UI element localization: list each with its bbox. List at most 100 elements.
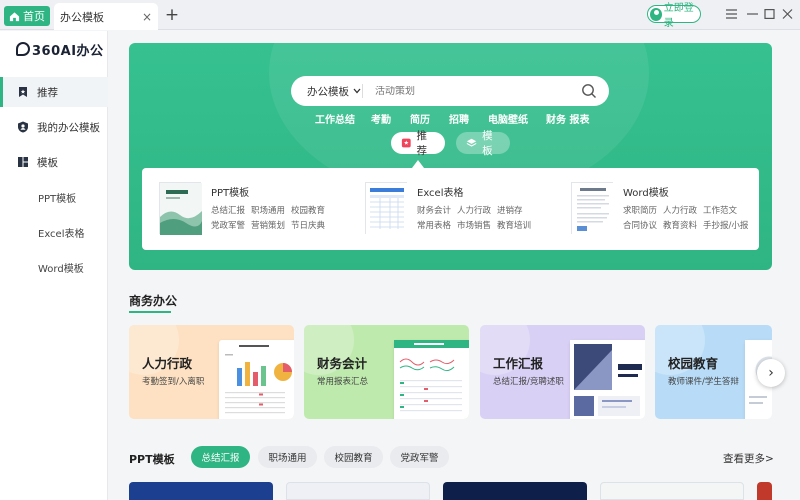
chip-workplace[interactable]: 职场通用 — [258, 446, 317, 468]
sidebar-item-my-templates[interactable]: 我的办公模板 — [0, 112, 108, 142]
home-tab[interactable]: 首页 — [4, 6, 50, 26]
hot-keyword[interactable]: 电脑壁纸 — [488, 111, 528, 126]
category-links: 求职简历 人力行政 工作范文 合同协议 教育资料 手抄报/小报 — [623, 204, 763, 231]
tab-recommend-label: 推荐 — [416, 130, 428, 157]
category-link[interactable]: 职场通用 — [251, 204, 285, 216]
close-icon[interactable]: × — [142, 10, 152, 24]
finance-preview-image — [394, 340, 469, 419]
chip-campus[interactable]: 校园教育 — [324, 446, 383, 468]
biz-card-finance[interactable]: 财务会计 常用报表汇总 — [304, 325, 469, 419]
biz-card-report[interactable]: 工作汇报 总结汇报/竞聘述职 — [480, 325, 645, 419]
category-link[interactable]: 财务会计 — [417, 204, 451, 216]
ppt-thumbnail[interactable] — [443, 482, 587, 500]
ppt-thumbnail[interactable] — [129, 482, 273, 500]
window-close-icon[interactable] — [779, 6, 795, 22]
sidebar-item-label: 推荐 — [37, 86, 58, 99]
search-icon[interactable] — [581, 83, 597, 99]
category-link[interactable]: 合同协议 — [623, 219, 657, 231]
hot-keyword[interactable]: 考勤 — [371, 111, 391, 126]
sidebar-sub-word[interactable]: Word模板 — [38, 260, 84, 275]
category-link[interactable]: 节日庆典 — [291, 219, 325, 231]
chip-party-gov[interactable]: 党政军警 — [390, 446, 449, 468]
sidebar-item-recommend[interactable]: 推荐 — [0, 77, 108, 107]
sidebar-sub-ppt[interactable]: PPT模板 — [38, 190, 76, 205]
maximize-icon[interactable] — [761, 6, 777, 22]
category-link[interactable]: 教育培训 — [497, 219, 531, 231]
biz-card-subtitle: 常用报表汇总 — [317, 377, 369, 387]
category-link[interactable]: 工作范文 — [703, 204, 748, 216]
category-link[interactable]: 常用表格 — [417, 219, 451, 231]
ppt-thumbnail[interactable] — [757, 482, 772, 500]
biz-card-title: 人力行政 — [142, 356, 193, 371]
shield-user-icon — [18, 121, 28, 133]
menu-icon[interactable] — [723, 6, 739, 22]
category-link[interactable]: 人力行政 — [457, 204, 491, 216]
sidebar-sub-excel[interactable]: Excel表格 — [38, 225, 85, 240]
category-link[interactable]: 市场销售 — [457, 219, 491, 231]
biz-card-title: 工作汇报 — [493, 356, 544, 371]
sidebar-item-label: 模板 — [37, 156, 58, 169]
category-link[interactable]: 校园教育 — [291, 204, 325, 216]
category-link[interactable]: 手抄报/小报 — [703, 219, 748, 231]
biz-card-education[interactable]: 校园教育 教师课件/学生答辩 — [655, 325, 772, 419]
logo-mark-icon — [16, 42, 30, 56]
category-link[interactable]: 教育资料 — [663, 219, 697, 231]
search-category-select[interactable]: 办公模板 — [291, 84, 363, 98]
minimize-icon[interactable] — [744, 6, 760, 22]
search-category-label: 办公模板 — [307, 85, 349, 98]
hot-keyword[interactable]: 财务 报表 — [546, 111, 589, 126]
home-tab-label: 首页 — [23, 10, 45, 23]
hot-keyword[interactable]: 招聘 — [449, 111, 469, 126]
category-panel: PPT模板 总结汇报 职场通用 校园教育 党政军警 营销策划 节日庆典 Exce… — [142, 168, 759, 250]
tab-office-templates[interactable]: 办公模板 × — [54, 3, 158, 30]
hot-keyword[interactable]: 简历 — [410, 111, 430, 126]
category-link[interactable]: 营销策划 — [251, 219, 285, 231]
biz-card-subtitle: 总结汇报/竞聘述职 — [493, 377, 564, 387]
ppt-thumbnail[interactable] — [600, 482, 744, 500]
category-link[interactable]: 人力行政 — [663, 204, 697, 216]
app-logo: 360AI办公 — [16, 41, 104, 59]
carousel-next-button[interactable]: › — [757, 359, 785, 387]
logo-text: 360AI办公 — [32, 43, 104, 59]
grid-icon — [18, 157, 28, 167]
tab-recommend[interactable]: 推荐 — [391, 130, 445, 157]
category-links: 总结汇报 职场通用 校园教育 党政军警 营销策划 节日庆典 — [211, 204, 351, 231]
chip-summary-report[interactable]: 总结汇报 — [191, 446, 250, 468]
sidebar-item-templates[interactable]: 模板 — [0, 147, 108, 177]
active-tab-label: 办公模板 — [60, 10, 104, 24]
category-title: Word模板 — [623, 188, 669, 199]
view-more-link[interactable]: 查看更多> — [723, 451, 774, 466]
ppt-thumbnail[interactable] — [286, 482, 430, 500]
layers-icon — [466, 138, 477, 147]
biz-card-title: 校园教育 — [668, 356, 719, 371]
biz-card-hr[interactable]: 人力行政 考勤签到/入离职 — [129, 325, 294, 419]
login-button[interactable]: 立即登录 — [647, 3, 701, 29]
report-preview-image — [570, 340, 645, 419]
category-link[interactable]: 进销存 — [497, 204, 531, 216]
login-label: 立即登录 — [663, 3, 694, 29]
search-input[interactable] — [363, 85, 581, 97]
category-link[interactable]: 党政军警 — [211, 219, 245, 231]
tab-template[interactable]: 模板 — [456, 130, 510, 157]
biz-card-title: 财务会计 — [317, 356, 368, 371]
biz-card-subtitle: 教师课件/学生答辩 — [668, 377, 739, 387]
recommend-icon — [401, 138, 411, 148]
hero-banner: 办公模板 工作总结 考勤 简历 招聘 电脑壁纸 财务 报表 推荐 模板 PPT模… — [129, 43, 772, 270]
category-title: Excel表格 — [417, 188, 464, 199]
hr-preview-image — [219, 340, 294, 419]
add-tab-icon[interactable]: + — [162, 5, 182, 25]
bookmark-icon — [19, 87, 27, 97]
section-underline — [129, 311, 171, 313]
tab-template-label: 模板 — [482, 130, 493, 157]
pill-pointer — [412, 160, 424, 168]
hot-keyword[interactable]: 工作总结 — [315, 111, 355, 126]
sidebar-item-label: 我的办公模板 — [37, 121, 100, 134]
home-icon — [9, 11, 20, 21]
sidebar: 360AI办公 推荐 我的办公模板 模板 PPT模板 Excel表格 Word模… — [0, 31, 108, 500]
ppt-thumbnail — [159, 182, 202, 235]
category-link[interactable]: 求职简历 — [623, 204, 657, 216]
category-title: PPT模板 — [211, 188, 250, 199]
word-thumbnail — [571, 182, 614, 235]
category-link[interactable]: 总结汇报 — [211, 204, 245, 216]
excel-thumbnail — [365, 182, 408, 235]
